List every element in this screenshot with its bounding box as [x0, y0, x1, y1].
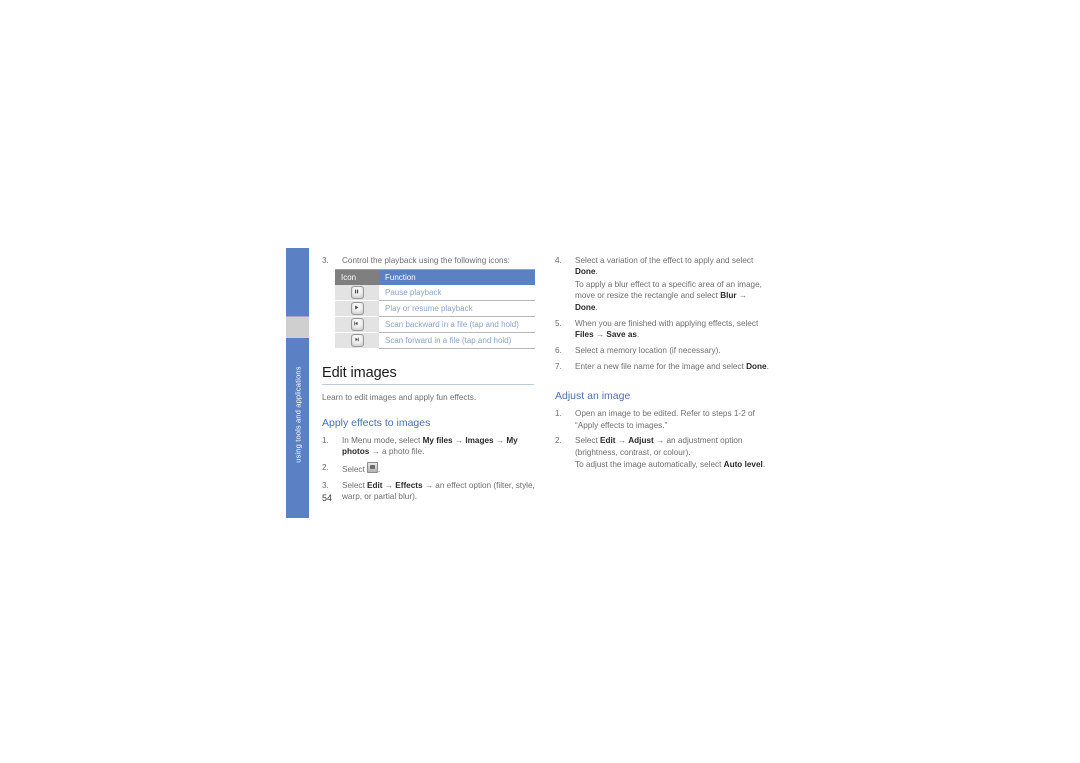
rewind-icon	[350, 318, 364, 332]
step-item: 4. Select a variation of the effect to ap…	[555, 255, 771, 313]
step-text: Select	[342, 465, 368, 475]
edit-image-icon	[367, 462, 379, 474]
step-sub-tail: .	[595, 302, 598, 312]
step-item: 1. In Menu mode, select My files → Images…	[322, 435, 538, 458]
table-row: Scan forward in a file (tap and hold)	[335, 332, 535, 350]
step-number: 3.	[322, 256, 329, 265]
arrow-separator: →	[736, 291, 748, 301]
arrow-separator: →	[382, 481, 396, 491]
step-bold-term: Edit	[367, 481, 383, 491]
table-row: Play or resume playback	[335, 300, 535, 318]
step-sub-text: To adjust the image automatically, selec…	[575, 459, 771, 470]
step-number: 5.	[555, 318, 562, 328]
cell-icon	[335, 316, 379, 334]
right-column: 4. Select a variation of the effect to ap…	[555, 255, 771, 475]
cell-function: Scan forward in a file (tap and hold)	[379, 332, 535, 350]
step-bold-term: Blur	[720, 291, 737, 301]
table-row: Pause playback	[335, 285, 535, 302]
left-column: 3. Control the playback using the followi…	[322, 255, 538, 507]
step-text-tail: .	[595, 267, 598, 277]
step-text: Select a memory location (if necessary).	[575, 345, 721, 355]
playback-icon-table: Icon Function Pause playback Play or res…	[335, 269, 535, 350]
step-text: When you are finished with applying effe…	[575, 318, 759, 328]
column-header-icon: Icon	[335, 269, 379, 286]
arrow-separator: →	[493, 435, 507, 445]
step-number: 3.	[322, 481, 329, 491]
step-item: 2. Select Edit → Adjust → an adjustment o…	[555, 435, 771, 470]
step-number: 2.	[322, 463, 329, 473]
arrow-separator: →	[615, 436, 629, 446]
step-text: Select a variation of the effect to appl…	[575, 256, 754, 265]
arrow-separator: →	[452, 435, 466, 445]
step-number: 4.	[555, 256, 562, 265]
step-text-tail: → a photo file.	[369, 447, 425, 457]
step-text: In Menu mode, select	[342, 435, 423, 445]
step-bold-term: Edit	[600, 436, 616, 446]
step-bold-term: Effects	[395, 481, 423, 491]
step-item: 6. Select a memory location (if necessary…	[555, 345, 771, 356]
step-item: 7. Enter a new file name for the image an…	[555, 361, 771, 372]
section-tab-label: using tools and applications	[293, 366, 303, 463]
cell-icon	[335, 332, 379, 350]
cell-icon	[335, 285, 379, 302]
step-item: 5. When you are finished with applying ef…	[555, 318, 771, 341]
step-number: 6.	[555, 345, 562, 355]
step-number: 1.	[555, 409, 562, 419]
step-text: Select	[342, 481, 368, 491]
fast-forward-icon	[350, 334, 364, 348]
document-page: using tools and applications 3. Control t…	[0, 0, 1080, 763]
cell-function: Pause playback	[379, 285, 535, 302]
section-heading-apply-effects: Apply effects to images	[322, 416, 431, 429]
cell-function: Scan backward in a file (tap and hold)	[379, 316, 535, 334]
play-icon	[350, 302, 364, 316]
title-rule	[322, 384, 534, 386]
step-text: Control the playback using the following…	[342, 256, 510, 265]
step-text-tail: .	[766, 361, 769, 371]
section-tab: using tools and applications	[286, 248, 309, 518]
section-heading-adjust-image: Adjust an image	[555, 390, 631, 403]
step-sub-text: To apply a blur effect to a specific are…	[575, 279, 771, 313]
step-bold-term: Done	[746, 361, 767, 371]
step-item: 1. Open an image to be edited. Refer to s…	[555, 408, 771, 431]
step-bold-term: My files	[422, 435, 453, 445]
step-bold-term: Files	[575, 329, 594, 339]
step-bold-term: Save as	[606, 329, 637, 339]
cell-icon	[335, 300, 379, 318]
step-bold-term: Done	[575, 302, 596, 312]
step-bold-term: Adjust	[628, 436, 654, 446]
step-text: Select	[575, 436, 601, 446]
step-text: Open an image to be edited. Refer to ste…	[575, 409, 755, 430]
step-3-intro: 3. Control the playback using the followi…	[322, 255, 538, 266]
pause-icon	[350, 286, 364, 300]
step-text-tail: .	[378, 465, 381, 475]
step-number: 1.	[322, 435, 329, 445]
step-bold-term: Done	[575, 267, 596, 277]
table-header-row: Icon Function	[335, 269, 535, 286]
intro-text: Learn to edit images and apply fun effec…	[322, 393, 477, 403]
table-row: Scan backward in a file (tap and hold)	[335, 316, 535, 334]
step-text: Enter a new file name for the image and …	[575, 361, 747, 371]
step-number: 7.	[555, 361, 562, 371]
step-bold-term: Auto level	[723, 460, 763, 470]
step-item: 3. Select Edit → Effects → an effect opti…	[322, 480, 538, 503]
step-text-tail: .	[636, 329, 640, 339]
cell-function: Play or resume playback	[379, 300, 535, 318]
step-sub-tail: .	[762, 460, 766, 470]
step-bold-term: Images	[465, 435, 494, 445]
page-number: 54	[322, 493, 333, 503]
step-number: 2.	[555, 436, 562, 446]
step-item: 2. Select .	[322, 462, 538, 475]
arrow-separator: →	[593, 329, 607, 339]
column-header-function: Function	[379, 269, 535, 286]
step-sub-pre: To adjust the image automatically, selec…	[575, 460, 724, 470]
page-title: Edit images	[322, 365, 397, 382]
